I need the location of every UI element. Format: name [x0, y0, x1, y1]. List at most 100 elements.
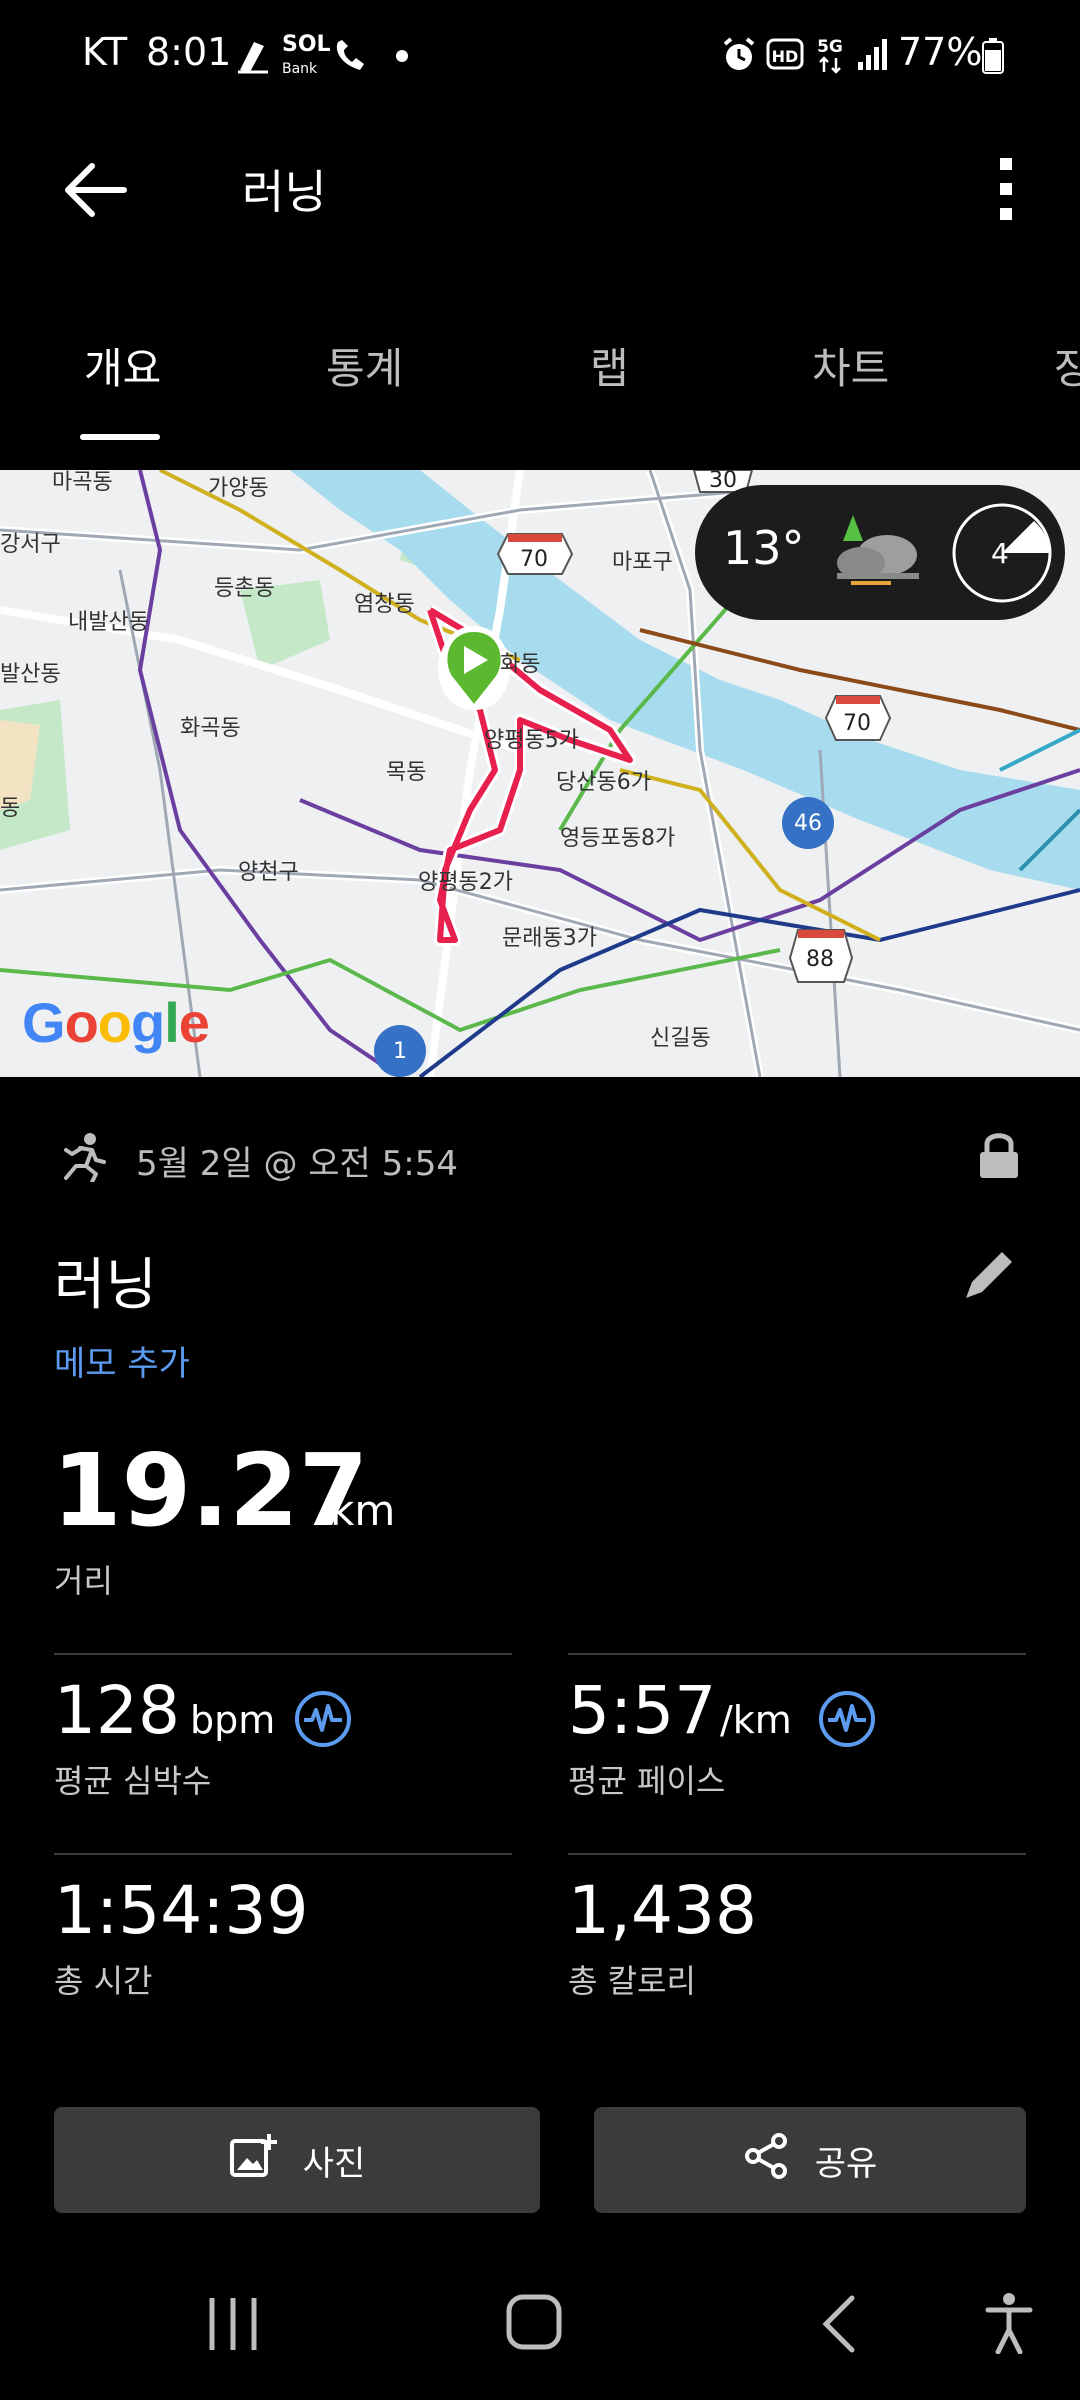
tab-statistics[interactable]: 통계 [326, 335, 403, 396]
shield-1-label: 1 [393, 1039, 407, 1064]
clock: 8:01 [146, 30, 232, 74]
status-bar: KT 8:01 SOL Bank HD 5G 77% [0, 0, 1080, 110]
google-logo-letter: G [22, 991, 66, 1054]
tab-charts[interactable]: 차트 [812, 335, 889, 396]
pace-info-icon[interactable] [818, 1690, 876, 1752]
distance-label: 거리 [54, 1562, 113, 1600]
more-options-icon[interactable] [990, 154, 1022, 228]
map-label: 화곡동 [180, 716, 241, 741]
map-label: 목동 [386, 760, 427, 785]
tab-laps[interactable]: 랩 [590, 335, 629, 396]
map-label: 발산동 [0, 662, 61, 687]
route-map[interactable]: 70 70 88 30 46 1 마곡동 가양동 마포구 강서구 등촌동 염창동… [0, 470, 1080, 1077]
5g-icon: 5G [812, 32, 848, 80]
share-label: 공유 [814, 2143, 878, 2184]
distance-unit: km [330, 1486, 396, 1535]
edit-pencil-icon[interactable] [960, 1244, 1020, 1308]
lock-icon[interactable] [978, 1130, 1020, 1184]
add-photo-label: 사진 [302, 2143, 366, 2184]
cloudy-weather-icon [825, 511, 925, 599]
shield-30-label: 30 [709, 470, 737, 493]
notification-app-icon [234, 36, 272, 80]
pace-value: 5:57 [568, 1672, 717, 1749]
recent-apps-icon[interactable] [206, 2296, 260, 2356]
google-logo-letter: l [164, 991, 180, 1054]
svg-text:5G: 5G [817, 37, 843, 57]
tab-partial[interactable]: 장 [1054, 335, 1080, 396]
total-time-value: 1:54:39 [54, 1872, 309, 1949]
battery-percent: 77% [898, 30, 983, 74]
map-label: 영등포동8가 [560, 826, 676, 851]
heart-rate-label: 평균 심박수 [54, 1762, 212, 1800]
share-icon [743, 2132, 789, 2188]
divider [54, 1853, 512, 1855]
total-time-label: 총 시간 [54, 1962, 153, 2000]
add-memo-link[interactable]: 메모 추가 [54, 1336, 190, 1385]
divider [568, 1853, 1026, 1855]
back-nav-icon[interactable] [820, 2294, 856, 2358]
signal-icon [856, 36, 888, 76]
whowho-icon [330, 36, 370, 80]
divider [568, 1653, 1026, 1655]
hd-voice-icon: HD [766, 38, 804, 76]
map-label: 마포구 [612, 550, 673, 575]
google-logo-text: Google [22, 991, 210, 1054]
google-logo-letter: e [178, 991, 210, 1054]
google-logo: Google [22, 990, 210, 1055]
google-logo-letter: o [64, 991, 99, 1054]
wind-speed: 4 [991, 537, 1009, 570]
map-label: 강서구 [0, 532, 61, 557]
alarm-icon [720, 36, 758, 78]
back-arrow-icon[interactable] [62, 160, 128, 224]
tab-overview[interactable]: 개요 [84, 335, 161, 396]
google-logo-letter: g [131, 991, 165, 1054]
heart-rate-info-icon[interactable] [294, 1690, 352, 1752]
map-label: 문래동3가 [502, 926, 597, 951]
heart-rate-unit: bpm [190, 1698, 276, 1742]
more-notifications-dot [396, 50, 408, 62]
app-bar: 러닝 [0, 110, 1080, 260]
google-logo-letter: o [97, 991, 132, 1054]
accessibility-icon[interactable] [984, 2292, 1034, 2358]
total-calories-label: 총 칼로리 [568, 1962, 696, 2000]
carrier-label: KT [82, 30, 128, 74]
temperature: 13° [723, 521, 805, 575]
map-label: 내발산동 [68, 610, 149, 635]
system-navigation-bar [0, 2260, 1080, 2400]
map-label: 염창동 [354, 592, 415, 617]
svg-text:HD: HD [772, 47, 799, 66]
total-calories-value: 1,438 [568, 1872, 757, 1949]
page-title: 러닝 [242, 165, 327, 219]
add-photo-icon [229, 2132, 277, 2189]
home-icon[interactable] [506, 2294, 562, 2354]
distance-value: 19.27 [52, 1432, 369, 1549]
map-label: 동 [0, 796, 21, 821]
map-label: 가양동 [208, 476, 269, 501]
weather-badge: 13° 4 [695, 485, 1065, 620]
sol-bank-icon: SOL Bank [282, 34, 331, 80]
heart-rate-value: 128 [54, 1672, 180, 1749]
share-button[interactable]: 공유 [594, 2107, 1026, 2213]
pace-unit: /km [720, 1698, 792, 1742]
sol-label: SOL [282, 32, 331, 57]
active-tab-indicator [80, 434, 160, 440]
pace-label: 평균 페이스 [568, 1762, 726, 1800]
running-icon [58, 1132, 106, 1186]
battery-icon [982, 38, 1004, 78]
map-label: 신길동 [650, 1026, 711, 1051]
map-label: 마곡동 [52, 470, 113, 495]
shield-70-label: 70 [520, 547, 548, 572]
activity-date: 5월 2일 @ 오전 5:54 [136, 1144, 458, 1184]
map-label: 등촌동 [214, 576, 275, 601]
map-label: 당산동6가 [556, 770, 651, 795]
bank-label: Bank [282, 61, 318, 77]
shield-70-right-label: 70 [843, 711, 871, 736]
add-photo-button[interactable]: 사진 [54, 2107, 540, 2213]
activity-title: 러닝 [54, 1253, 158, 1318]
map-label: 화동 [500, 652, 541, 677]
map-label: 양평동2가 [418, 870, 513, 895]
divider [54, 1653, 512, 1655]
map-label: 양천구 [238, 860, 299, 885]
shield-46-label: 46 [794, 811, 822, 836]
map-label: 양평동5가 [484, 728, 579, 753]
